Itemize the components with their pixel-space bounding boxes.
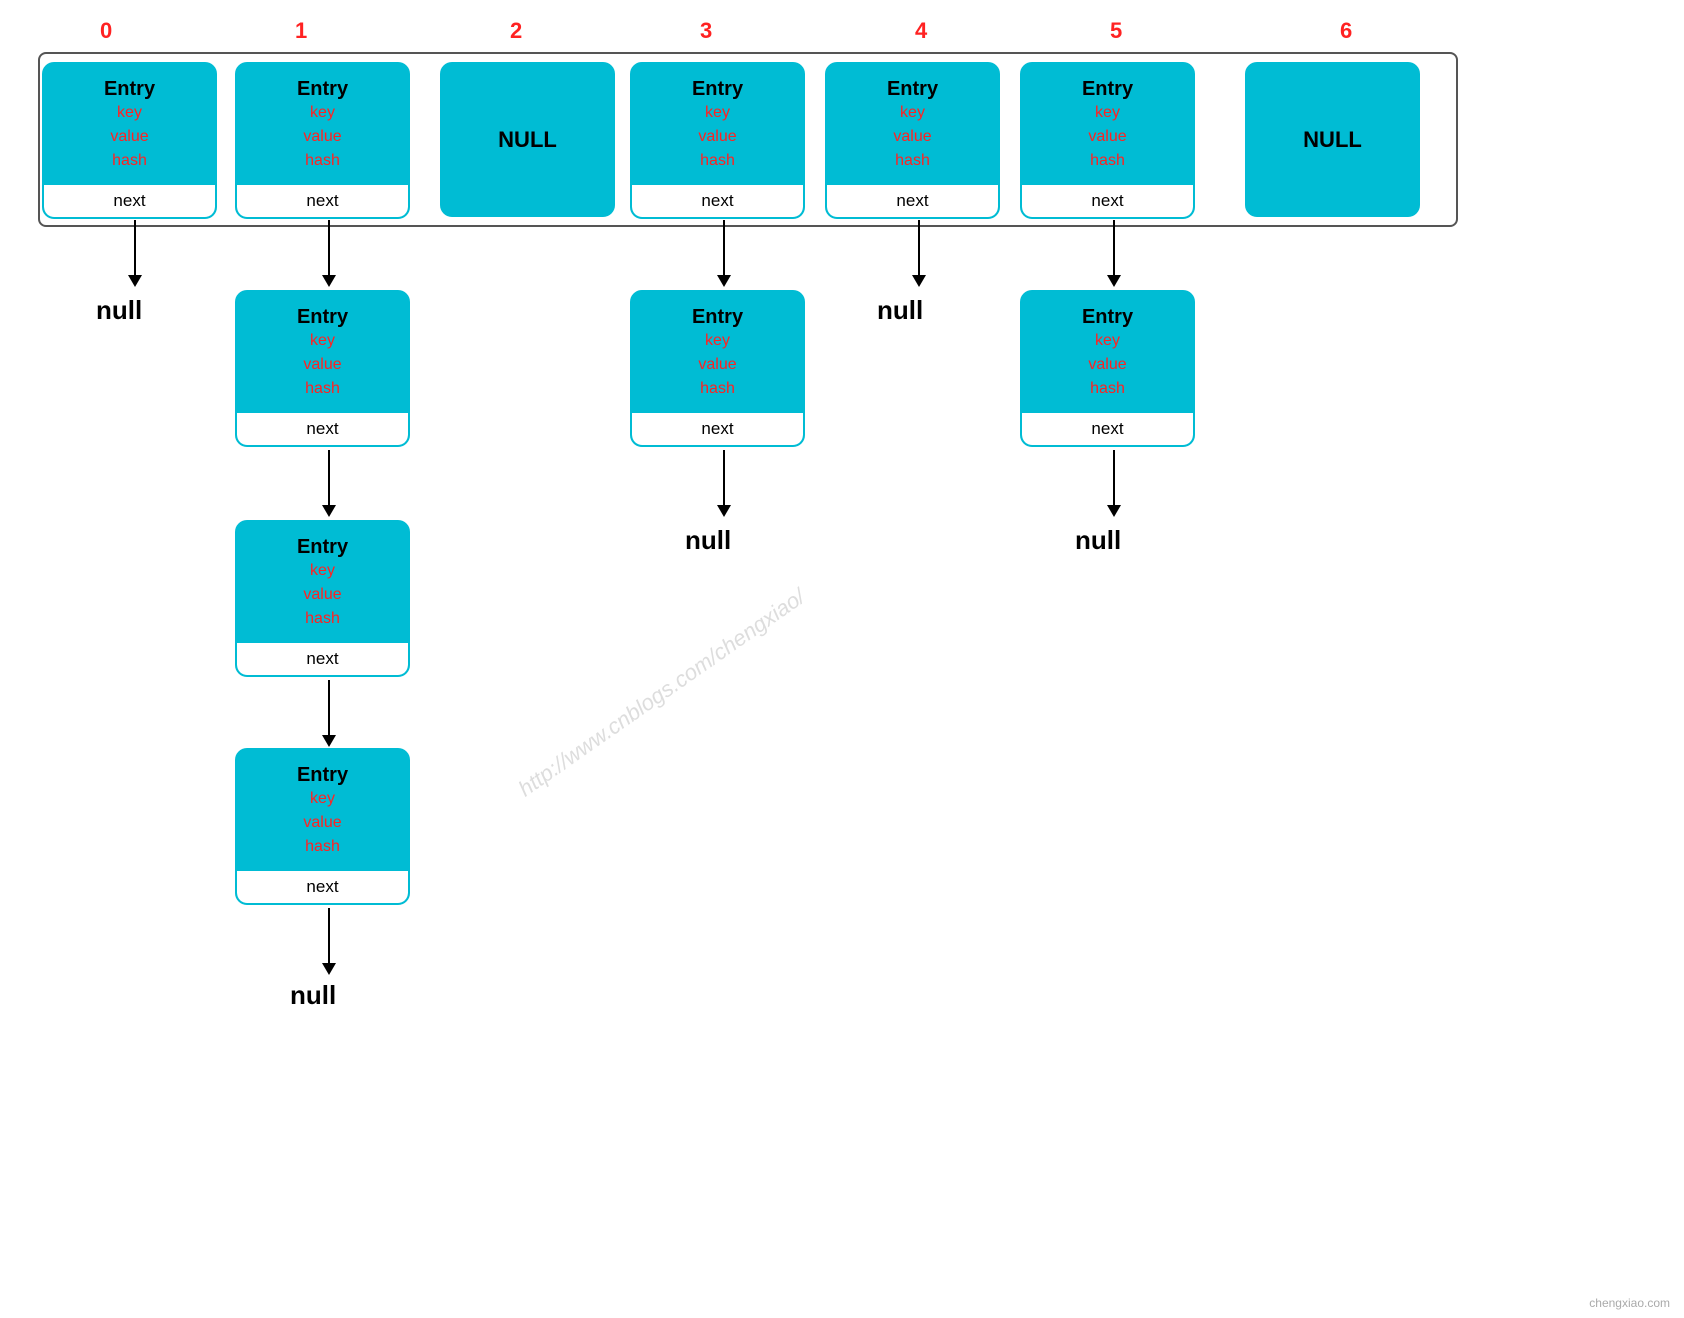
entry-next: next [237, 411, 408, 445]
null-cell-2: NULL [440, 62, 615, 217]
arrow-r2-1 [322, 450, 336, 517]
null-label: NULL [1303, 127, 1362, 153]
arrow-4-null [912, 220, 926, 287]
entry-next: next [237, 641, 408, 675]
entry-2-1: Entry key value hash next [235, 520, 410, 677]
entry-0-5: Entry key value hash next [1020, 62, 1195, 219]
arrow-3-down [717, 220, 731, 287]
entry-0-0: Entry key value hash next [42, 62, 217, 219]
entry-title: Entry [243, 78, 402, 101]
arrow-5-down [1107, 220, 1121, 287]
arrow-1-down [322, 220, 336, 287]
entry-next: next [632, 183, 803, 217]
col-index-3: 3 [700, 18, 712, 44]
entry-3-1: Entry key value hash next [235, 748, 410, 905]
entry-next: next [1022, 411, 1193, 445]
entry-title: Entry [1028, 78, 1187, 101]
null-r4-1: null [290, 980, 336, 1011]
entry-title: Entry [243, 536, 402, 559]
entry-title: Entry [243, 764, 402, 787]
entry-title: Entry [638, 78, 797, 101]
entry-next: next [237, 869, 408, 903]
arrow-r2-5-null [1107, 450, 1121, 517]
null-label: NULL [498, 127, 557, 153]
entry-next: next [632, 411, 803, 445]
arrow-r4-1-null [322, 908, 336, 975]
col-index-0: 0 [100, 18, 112, 44]
null-4: null [877, 295, 923, 326]
col-index-6: 6 [1340, 18, 1352, 44]
null-0: null [96, 295, 142, 326]
branding: chengxiao.com [1589, 1296, 1670, 1310]
entry-next: next [827, 183, 998, 217]
col-index-5: 5 [1110, 18, 1122, 44]
arrow-r2-3-null [717, 450, 731, 517]
arrow-0-null [128, 220, 142, 287]
arrow-r3-1 [322, 680, 336, 747]
entry-title: Entry [1028, 306, 1187, 329]
col-index-2: 2 [510, 18, 522, 44]
null-r2-3: null [685, 525, 731, 556]
entry-title: Entry [833, 78, 992, 101]
entry-title: Entry [638, 306, 797, 329]
col-index-1: 1 [295, 18, 307, 44]
entry-next: next [44, 183, 215, 217]
entry-1-3: Entry key value hash next [630, 290, 805, 447]
entry-1-1: Entry key value hash next [235, 290, 410, 447]
entry-title: Entry [50, 78, 209, 101]
entry-0-3: Entry key value hash next [630, 62, 805, 219]
col-index-4: 4 [915, 18, 927, 44]
entry-title: Entry [243, 306, 402, 329]
entry-next: next [1022, 183, 1193, 217]
null-cell-6: NULL [1245, 62, 1420, 217]
entry-0-4: Entry key value hash next [825, 62, 1000, 219]
entry-0-1: Entry key value hash next [235, 62, 410, 219]
entry-1-5: Entry key value hash next [1020, 290, 1195, 447]
watermark: http://www.cnblogs.com/chengxiao/ [514, 584, 810, 802]
null-r2-5: null [1075, 525, 1121, 556]
entry-next: next [237, 183, 408, 217]
